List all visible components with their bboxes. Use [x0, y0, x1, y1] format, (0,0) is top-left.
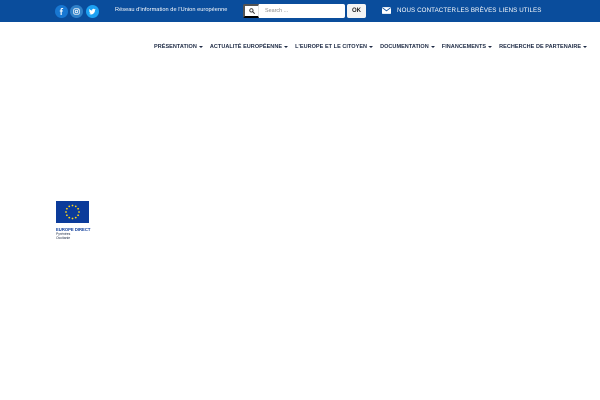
- search-input[interactable]: [259, 4, 345, 18]
- caret-down-icon: [369, 46, 374, 48]
- envelope-icon: [382, 7, 391, 14]
- nav-item-recherche-partenaire[interactable]: RECHERCHE DE PARTENAIRE: [499, 44, 588, 50]
- eu-star: [65, 211, 67, 213]
- instagram-link[interactable]: [70, 5, 83, 18]
- search-icon: [248, 8, 255, 14]
- contact-link[interactable]: NOUS CONTACTER: [397, 7, 456, 14]
- eu-star: [71, 204, 74, 207]
- nav-item-label: RECHERCHE DE PARTENAIRE: [499, 44, 582, 50]
- facebook-link[interactable]: [55, 5, 68, 18]
- caret-down-icon: [488, 46, 493, 48]
- nav-item-financements[interactable]: FINANCEMENTS: [441, 44, 493, 50]
- search-ok-button[interactable]: OK: [347, 4, 366, 18]
- eu-star: [68, 216, 71, 219]
- site-tagline: Réseau d'information de l'Union européen…: [115, 7, 228, 13]
- eu-star: [77, 207, 80, 210]
- nav-item-label: DOCUMENTATION: [380, 44, 429, 50]
- nav-item-label: FINANCEMENTS: [441, 44, 487, 50]
- eu-star: [65, 214, 68, 217]
- eu-star: [77, 214, 80, 217]
- eu-star: [65, 207, 68, 210]
- breves-link[interactable]: LES BRÈVES: [457, 7, 497, 14]
- eu-star: [74, 216, 77, 219]
- twitter-link[interactable]: [86, 5, 99, 18]
- nav-item-documentation[interactable]: DOCUMENTATION: [380, 44, 435, 50]
- europe-direct-logo[interactable]: EUROPE DIRECT Pyrénées Occitanie: [56, 201, 90, 245]
- caret-down-icon: [198, 46, 203, 48]
- eu-star: [68, 205, 71, 208]
- logo-subtitle-line2: Occitanie: [56, 236, 71, 241]
- eu-flag-icon: [56, 201, 89, 223]
- useful-links-link[interactable]: LIENS UTILES: [499, 7, 541, 14]
- nav-item-europe-citoyen[interactable]: L'EUROPE ET LE CITOYEN: [295, 44, 374, 50]
- instagram-icon: [73, 8, 80, 15]
- facebook-icon: [59, 8, 64, 15]
- nav-item-actualite[interactable]: ACTUALITÉ EUROPÉENNE: [209, 44, 289, 50]
- search-button[interactable]: [243, 4, 259, 18]
- top-bar: Réseau d'information de l'Union européen…: [0, 0, 600, 22]
- nav-item-label: PRÉSENTATION: [154, 44, 197, 50]
- nav-item-presentation[interactable]: PRÉSENTATION: [154, 44, 203, 50]
- eu-star: [78, 211, 80, 213]
- eu-star: [71, 217, 74, 220]
- nav-item-label: L'EUROPE ET LE CITOYEN: [295, 44, 368, 50]
- eu-star: [74, 205, 77, 208]
- main-navigation: PRÉSENTATION ACTUALITÉ EUROPÉENNE L'EURO…: [154, 42, 594, 52]
- caret-down-icon: [583, 46, 588, 48]
- caret-down-icon: [284, 46, 289, 48]
- twitter-icon: [89, 8, 96, 15]
- caret-down-icon: [430, 46, 435, 48]
- nav-item-label: ACTUALITÉ EUROPÉENNE: [209, 44, 283, 50]
